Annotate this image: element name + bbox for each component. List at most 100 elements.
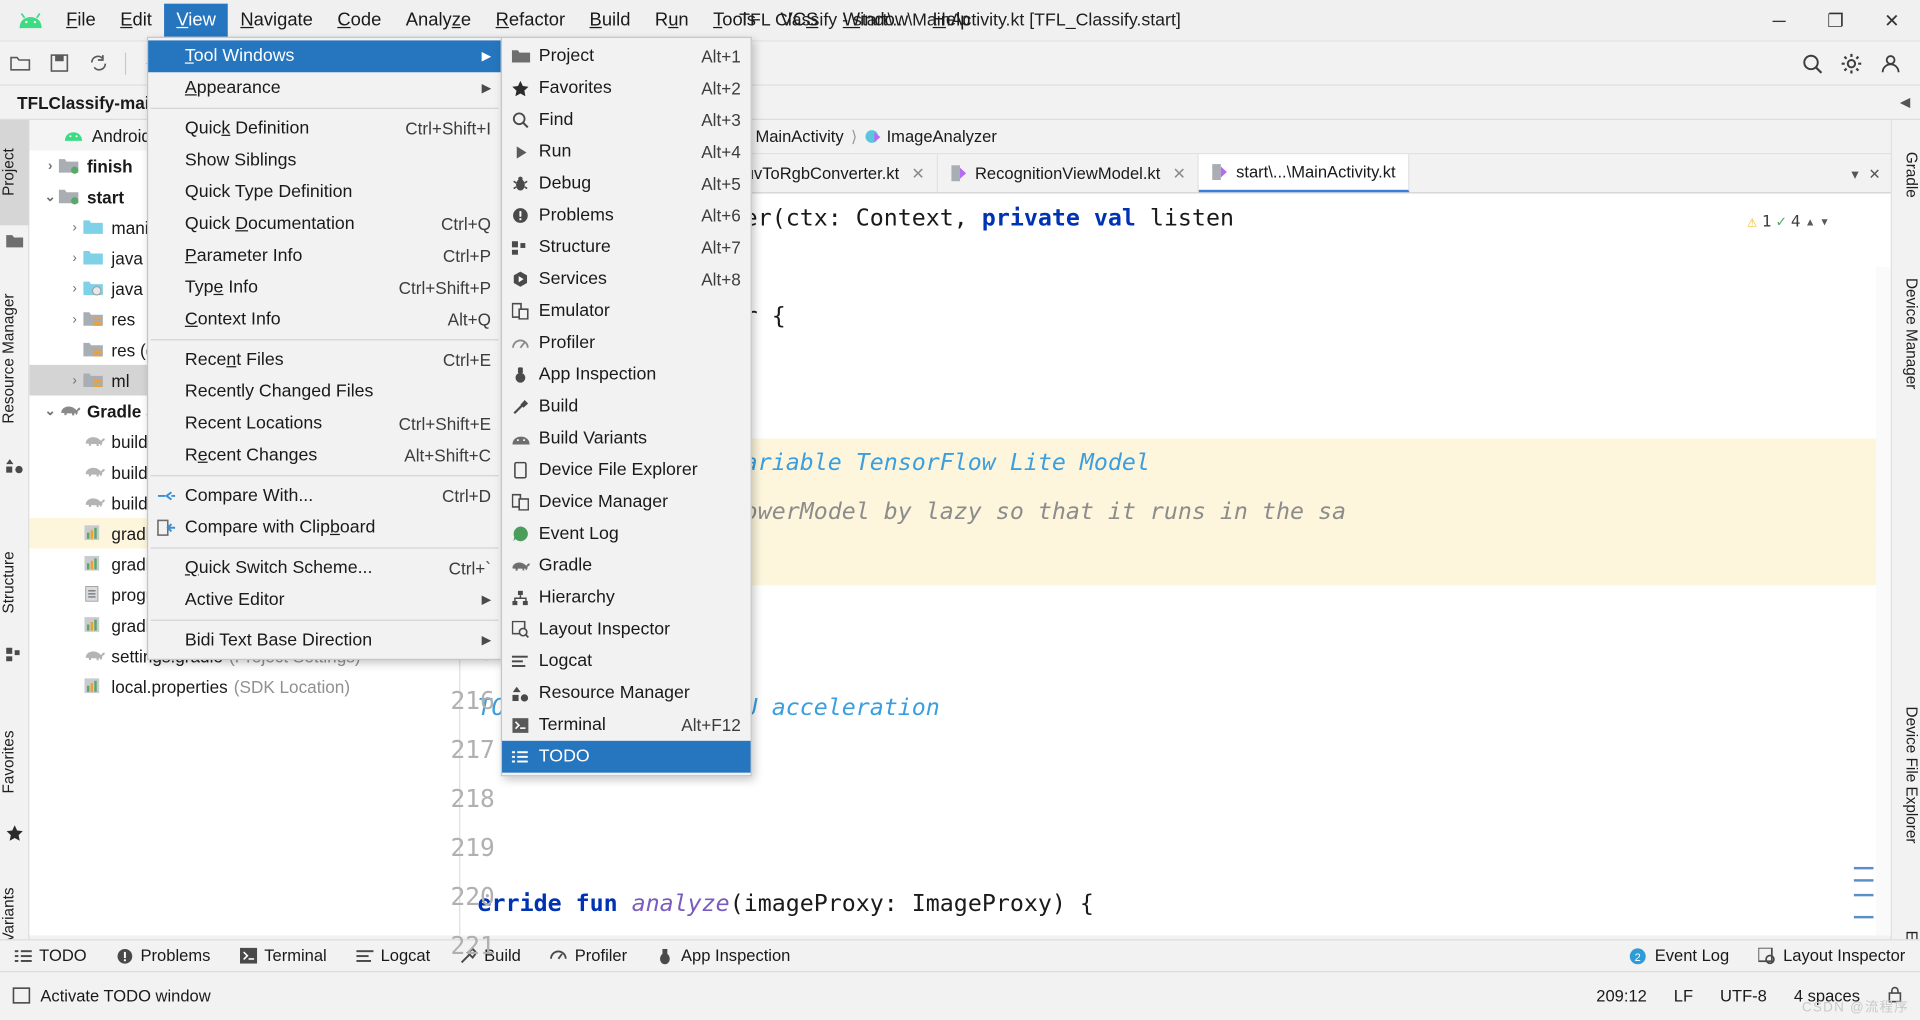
sidebar-item-device-manager[interactable]: Device Manager <box>1891 255 1920 414</box>
view-dropdown-menu[interactable]: Tool Windows ▶ Appearance ▶ Quick Defini… <box>146 36 503 661</box>
menu-run[interactable]: Run <box>643 3 701 37</box>
menu-item-active-editor[interactable]: Active Editor ▶ <box>148 584 501 616</box>
close-icon[interactable]: ✕ <box>911 163 924 183</box>
menu-code[interactable]: Code <box>325 3 393 37</box>
sidebar-item-device-file-explorer[interactable]: Device File Explorer <box>1891 671 1920 879</box>
expand-arrow[interactable]: › <box>66 281 83 296</box>
submenu-item-layout-inspector[interactable]: Layout Inspector <box>502 613 751 645</box>
menu-item-tool-windows[interactable]: Tool Windows ▶ <box>148 40 501 73</box>
file-encoding[interactable]: UTF-8 <box>1720 987 1767 1005</box>
menu-item-quick-documentation[interactable]: Quick Documentation Ctrl+Q <box>148 208 501 240</box>
collapse-arrow-icon[interactable]: ⌄ <box>42 403 59 419</box>
chevron-down-icon[interactable]: ▾ <box>1851 165 1858 182</box>
minimize-button[interactable]: ─ <box>1751 0 1807 42</box>
menu-item-type-info[interactable]: Type Info Ctrl+Shift+P <box>148 272 501 304</box>
submenu-item-device-file-explorer[interactable]: Device File Explorer <box>502 454 751 486</box>
menu-item-bidi-text-base-direction[interactable]: Bidi Text Base Direction ▶ <box>148 624 501 656</box>
menu-item-recent-changes[interactable]: Recent Changes Alt+Shift+C <box>148 440 501 472</box>
menu-item-compare-with[interactable]: Compare With... Ctrl+D <box>148 480 501 512</box>
submenu-item-favorites[interactable]: Favorites Alt+2 <box>502 72 751 104</box>
menu-refactor[interactable]: Refactor <box>483 3 577 37</box>
submenu-item-logcat[interactable]: Logcat <box>502 645 751 677</box>
bottom-item-app-inspection[interactable]: App Inspection <box>642 947 805 965</box>
menu-edit[interactable]: Edit <box>108 3 164 37</box>
expand-arrow[interactable]: › <box>66 250 83 265</box>
line-separator[interactable]: LF <box>1674 987 1693 1005</box>
submenu-item-event-log[interactable]: Event Log <box>502 518 751 550</box>
editor-vertical-scrollbar[interactable] <box>1853 266 1891 936</box>
submenu-item-debug[interactable]: Debug Alt+5 <box>502 168 751 200</box>
sidebar-item-favorites[interactable]: Favorites <box>0 705 29 818</box>
submenu-item-hierarchy[interactable]: Hierarchy <box>502 582 751 614</box>
close-icon[interactable]: ✕ <box>1173 163 1186 183</box>
bottom-item-profiler[interactable]: Profiler <box>536 947 642 965</box>
bottom-tool-window-bar[interactable]: TODO Problems Terminal Logcat Build Prof… <box>0 939 1920 972</box>
collapse-arrow-icon[interactable]: ⌄ <box>42 189 59 205</box>
menu-item-quick-type-definition[interactable]: Quick Type Definition <box>148 176 501 208</box>
menu-item-quick-definition[interactable]: Quick Definition Ctrl+Shift+I <box>148 113 501 145</box>
submenu-item-device-manager[interactable]: Device Manager <box>502 486 751 518</box>
menu-item-recent-files[interactable]: Recent Files Ctrl+E <box>148 344 501 376</box>
inspection-widget[interactable]: ⚠ 1 ✓ 4 ▴ ▾ <box>1747 198 1829 247</box>
menu-item-parameter-info[interactable]: Parameter Info Ctrl+P <box>148 240 501 272</box>
submenu-item-problems[interactable]: Problems Alt+6 <box>502 200 751 232</box>
sidebar-item-gradle[interactable]: Gradle <box>1891 132 1920 218</box>
submenu-item-services[interactable]: Services Alt+8 <box>502 263 751 295</box>
menu-item-compare-with-clipboard[interactable]: Compare with Clipboard <box>148 512 501 544</box>
menu-build[interactable]: Build <box>577 3 642 37</box>
submenu-item-project[interactable]: Project Alt+1 <box>502 40 751 72</box>
bottom-item-terminal[interactable]: Terminal <box>225 947 341 965</box>
expand-arrow[interactable]: › <box>66 312 83 327</box>
caret-position[interactable]: 209:12 <box>1596 987 1647 1005</box>
submenu-item-structure[interactable]: Structure Alt+7 <box>502 231 751 263</box>
bottom-item-event-log[interactable]: 2 Event Log <box>1614 947 1744 965</box>
tool-windows-submenu[interactable]: Project Alt+1 Favorites Alt+2 Find Alt+3… <box>500 36 752 777</box>
breadcrumb-item-inner-class[interactable]: ImageAnalyzer <box>861 127 1001 146</box>
tab-main-activity[interactable]: start\...\MainActivity.kt <box>1199 154 1410 193</box>
tree-item-local-properties[interactable]: local.properties (SDK Location) <box>29 671 459 702</box>
submenu-item-gradle[interactable]: Gradle <box>502 550 751 582</box>
menu-file[interactable]: File <box>54 3 108 37</box>
menu-item-show-siblings[interactable]: Show Siblings <box>148 144 501 176</box>
menu-analyze[interactable]: Analyze <box>394 3 484 37</box>
submenu-item-run[interactable]: Run Alt+4 <box>502 136 751 168</box>
expand-arrow[interactable]: › <box>66 220 83 235</box>
bottom-item-problems[interactable]: Problems <box>101 947 225 965</box>
sidebar-item-resource-manager[interactable]: Resource Manager <box>0 267 29 451</box>
submenu-item-profiler[interactable]: Profiler <box>502 327 751 359</box>
close-button[interactable]: ✕ <box>1864 0 1920 42</box>
chevron-down-icon[interactable]: ▾ <box>1820 198 1830 247</box>
maximize-button[interactable]: ❐ <box>1807 0 1863 42</box>
collapse-panel-icon[interactable]: ◀ <box>1900 94 1910 111</box>
submenu-item-build[interactable]: Build <box>502 391 751 423</box>
menu-item-appearance[interactable]: Appearance ▶ <box>148 72 501 104</box>
submenu-item-emulator[interactable]: Emulator <box>502 295 751 327</box>
sidebar-item-structure[interactable]: Structure <box>0 524 29 640</box>
menu-item-recent-locations[interactable]: Recent Locations Ctrl+Shift+E <box>148 408 501 440</box>
user-account-icon[interactable] <box>1875 47 1907 79</box>
sidebar-item-project[interactable]: Project <box>0 120 30 226</box>
bottom-item-todo[interactable]: TODO <box>0 947 101 965</box>
submenu-item-terminal[interactable]: Terminal Alt+F12 <box>502 709 751 741</box>
chevron-up-icon[interactable]: ▴ <box>1805 198 1815 247</box>
search-everywhere-icon[interactable] <box>1796 47 1828 79</box>
open-folder-icon[interactable] <box>4 47 36 79</box>
bottom-item-layout-inspector[interactable]: Layout Inspector <box>1744 947 1920 965</box>
settings-gear-icon[interactable] <box>1836 47 1868 79</box>
menu-item-recently-changed-files[interactable]: Recently Changed Files <box>148 376 501 408</box>
menu-item-context-info[interactable]: Context Info Alt+Q <box>148 304 501 336</box>
submenu-item-find[interactable]: Find Alt+3 <box>502 104 751 136</box>
submenu-item-app-inspection[interactable]: App Inspection <box>502 359 751 391</box>
submenu-item-todo[interactable]: TODO <box>502 740 751 773</box>
submenu-item-resource-manager[interactable]: Resource Manager <box>502 677 751 709</box>
tab-recognition-view-model[interactable]: RecognitionViewModel.kt ✕ <box>938 154 1200 193</box>
menu-item-quick-switch-scheme[interactable]: Quick Switch Scheme... Ctrl+` <box>148 552 501 584</box>
save-all-icon[interactable] <box>43 47 75 79</box>
menu-view[interactable]: View <box>164 3 229 38</box>
submenu-item-build-variants[interactable]: Build Variants <box>502 422 751 454</box>
close-icon[interactable]: ✕ <box>1868 165 1880 182</box>
expand-arrow[interactable]: › <box>42 159 59 174</box>
sync-icon[interactable] <box>82 47 114 79</box>
expand-arrow[interactable]: › <box>66 373 83 388</box>
menu-navigate[interactable]: Navigate <box>228 3 325 37</box>
